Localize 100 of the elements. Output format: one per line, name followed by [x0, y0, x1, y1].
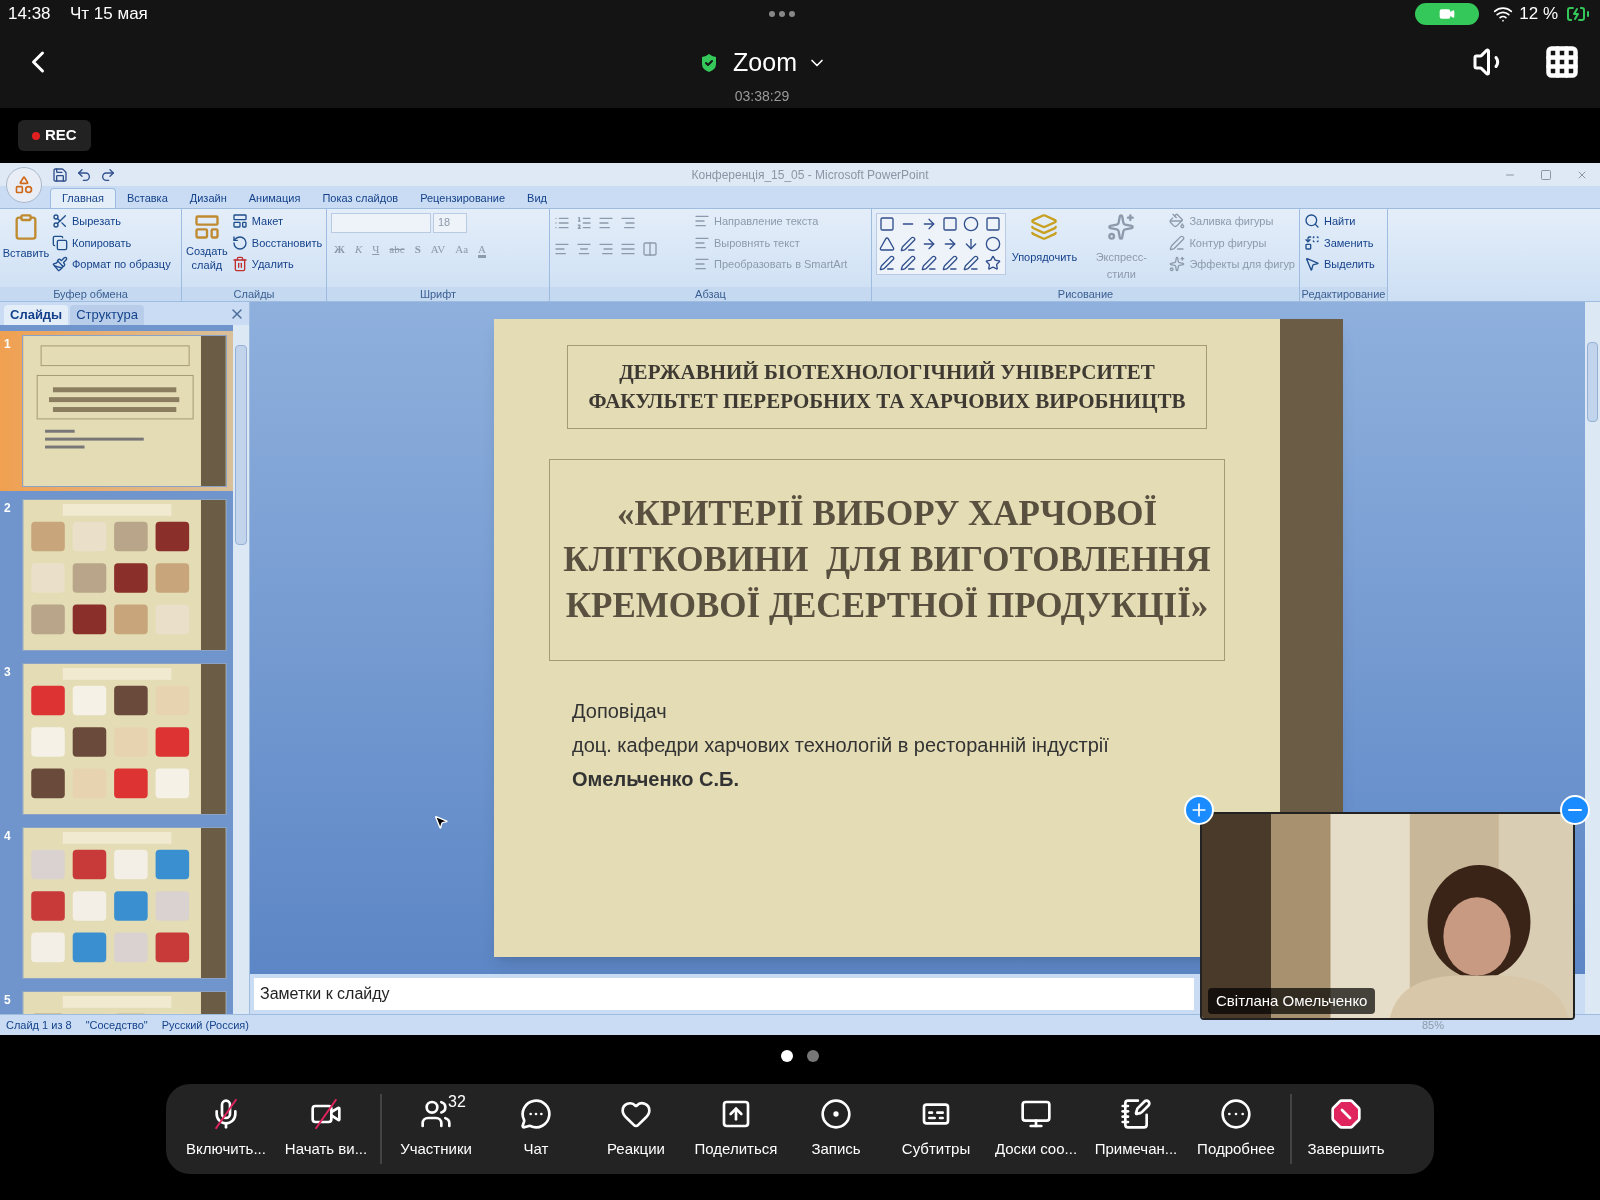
zoom-level: 85%: [1421, 1017, 1444, 1033]
ribbon-icon: [52, 234, 68, 251]
layers-icon: [1030, 213, 1059, 241]
paste-button[interactable]: Вставить: [4, 213, 48, 287]
university-heading: ФАКУЛЬТЕТ ПЕРЕРОБНИХ ТА ХАРЧОВИХ ВИРОБНИЦТВ: [588, 388, 1186, 415]
pane-tab[interactable]: Слайды: [4, 305, 69, 325]
slide-action-button[interactable]: Восстановить: [231, 234, 323, 251]
ribbon-icon: [1304, 256, 1320, 273]
record-icon: [820, 1097, 852, 1130]
ribbon-icon: [1169, 234, 1186, 251]
new-slide-button[interactable]: Создать слайд: [186, 213, 228, 287]
toolbar-button[interactable]: Включить...: [176, 1097, 276, 1161]
font-name-field[interactable]: [331, 213, 431, 233]
toolbar-button[interactable]: Завершить: [1296, 1097, 1396, 1161]
toolbar-button[interactable]: Запись: [786, 1097, 886, 1161]
group-label: Шрифт: [327, 287, 549, 301]
slide-number: 5: [4, 992, 12, 1009]
new-slide-icon: [192, 213, 221, 241]
ribbon-icon: [52, 256, 68, 273]
toolbar-button[interactable]: Субтитры: [886, 1097, 986, 1161]
ribbon-icon: [52, 213, 68, 230]
chat-icon: [520, 1097, 552, 1130]
apps-button[interactable]: [1544, 44, 1580, 80]
elapsed-time: 03:38:29: [734, 86, 790, 106]
notes-field[interactable]: Заметки к слайду: [254, 978, 1194, 1010]
more-icon: [1220, 1097, 1252, 1130]
ribbon-icon: [1304, 234, 1320, 251]
ribbon-tab[interactable]: Показ слайдов: [311, 188, 410, 208]
status-text: "Соседство": [85, 1017, 148, 1033]
editing-button[interactable]: Выделить: [1304, 256, 1375, 273]
ribbon-tab[interactable]: Вставка: [115, 188, 179, 208]
save-icon[interactable]: [52, 166, 68, 183]
undo-icon[interactable]: [76, 166, 92, 183]
group-label: Слайды: [182, 287, 326, 301]
battery-level: 12 %: [1519, 3, 1558, 26]
camera-icon: [310, 1097, 342, 1130]
ribbon-tab[interactable]: Главная: [50, 188, 116, 208]
slide-number: 1: [4, 336, 12, 353]
group-label: Рисование: [872, 287, 1299, 301]
group-label: Буфер обмена: [0, 287, 181, 301]
shapes-gallery-icon[interactable]: [876, 213, 1006, 275]
date: Чт 15 мая: [70, 3, 148, 26]
ribbon-icon: [1169, 256, 1186, 273]
slide-number: 4: [4, 828, 12, 845]
clock: 14:38: [8, 3, 52, 26]
scrollbar[interactable]: [233, 325, 249, 1014]
clipboard-button[interactable]: Формат по образцу: [52, 256, 171, 273]
grid-icon: [1544, 44, 1580, 80]
toolbar-button[interactable]: Реакции: [586, 1097, 686, 1161]
office-logo-icon: [14, 175, 34, 195]
scrollbar[interactable]: [1585, 302, 1600, 1014]
wifi-icon: [1493, 4, 1514, 24]
university-heading: ДЕРЖАВНИЙ БІОТЕХНОЛОГІЧНИЙ УНІВЕРСИТЕТ: [619, 359, 1155, 386]
group-label: Редактирование: [1300, 287, 1387, 301]
toolbar-button[interactable]: Подробнее: [1186, 1097, 1286, 1161]
recording-badge: REC: [18, 120, 91, 151]
toolbar-button[interactable]: Примечан...: [1086, 1097, 1186, 1161]
slide-action-button[interactable]: Удалить: [231, 256, 323, 273]
ribbon-tab[interactable]: Анимация: [237, 188, 312, 208]
redo-icon[interactable]: [100, 166, 116, 183]
speaker-line: Омельченко С.Б.: [572, 767, 740, 792]
editing-button[interactable]: Заменить: [1304, 234, 1375, 251]
ribbon-icon: [231, 213, 248, 230]
arrange-button[interactable]: Упорядочить: [1011, 213, 1078, 287]
slide-number: 2: [4, 500, 12, 517]
sparkle-icon: [1107, 213, 1136, 241]
speaker-line: Доповідач: [572, 699, 668, 724]
toolbar-button[interactable]: Поделиться: [686, 1097, 786, 1161]
toolbar-button[interactable]: Чат: [486, 1097, 586, 1161]
window-controls-icon[interactable]: [1504, 168, 1588, 181]
toolbar-button[interactable]: Доски соо...: [986, 1097, 1086, 1161]
window-title: Конференція_15_05 - Microsoft PowerPoint: [690, 166, 930, 184]
ribbon-tab[interactable]: Вид: [516, 188, 558, 208]
speaker-line: доц. кафедри харчових технологій в ресторанній індустрії: [572, 733, 1110, 758]
multitask-dots-icon: [768, 11, 795, 17]
slide-title: КЛІТКОВИНИ ДЛЯ ВИГОТОВЛЕННЯ: [563, 539, 1211, 581]
meeting-title[interactable]: Zoom: [733, 44, 827, 82]
toolbar-button[interactable]: Начать ви...: [276, 1097, 376, 1161]
clipboard-button[interactable]: Вырезать: [52, 213, 171, 230]
status-text: Слайд 1 из 8: [6, 1017, 72, 1033]
ribbon-icon: [1304, 213, 1320, 230]
camera-in-use-icon: [1415, 3, 1480, 25]
minus-icon: [1568, 809, 1582, 811]
pane-tab[interactable]: Структура: [70, 305, 144, 325]
group-label: Абзац: [550, 287, 871, 301]
slide-number: 3: [4, 664, 12, 681]
slide-title: КРЕМОВОЇ ДЕСЕРТНОЇ ПРОДУКЦІЇ»: [565, 585, 1209, 627]
office-button[interactable]: [6, 167, 42, 203]
ribbon-icon: [231, 256, 248, 273]
editing-button[interactable]: Найти: [1304, 213, 1375, 230]
slide-title: «КРИТЕРІЇ ВИБОРУ ХАРЧОВОЇ: [616, 493, 1158, 535]
ribbon-icon: [1169, 213, 1186, 230]
clipboard-button[interactable]: Копировать: [52, 234, 171, 251]
status-text: Русский (Россия): [161, 1017, 249, 1033]
ribbon-tab[interactable]: Дизайн: [178, 188, 238, 208]
ribbon-tab[interactable]: Рецензирование: [409, 188, 517, 208]
slide-action-button[interactable]: Макет: [231, 213, 323, 230]
ribbon-icon: [231, 234, 248, 251]
notes-icon: [1120, 1097, 1152, 1130]
mouse-pointer-icon: [433, 814, 449, 830]
